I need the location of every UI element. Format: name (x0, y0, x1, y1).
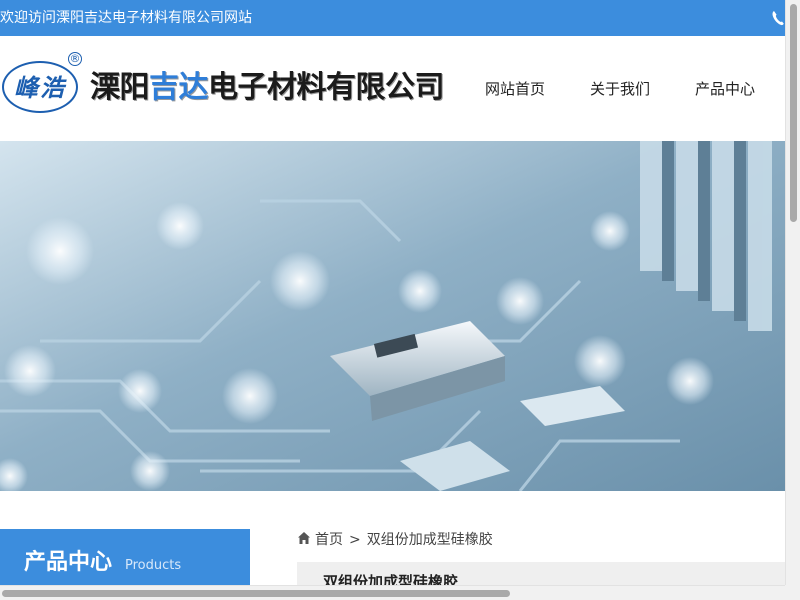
breadcrumb: 首页 > 双组份加成型硅橡胶 (297, 530, 493, 550)
home-icon (298, 532, 310, 544)
vertical-scroll-thumb[interactable] (790, 4, 797, 222)
horizontal-scroll-thumb[interactable] (2, 590, 510, 597)
horizontal-scrollbar[interactable] (0, 585, 785, 600)
welcome-text: 欢迎访问溧阳吉达电子材料有限公司网站 (0, 10, 252, 26)
top-bar: 欢迎访问溧阳吉达电子材料有限公司网站 (0, 0, 785, 36)
sidebar-title-zh: 产品中心 (24, 550, 113, 575)
main-nav: 网站首页 关于我们 产品中心 (0, 79, 785, 99)
registered-mark: ® (68, 52, 82, 66)
nav-item-home[interactable]: 网站首页 (485, 79, 545, 99)
hero-banner (0, 141, 785, 491)
breadcrumb-separator: > (349, 532, 361, 548)
nav-item-products[interactable]: 产品中心 (695, 79, 755, 99)
site-header: 峰浩 ® 溧阳吉达电子材料有限公司 网站首页 关于我们 产品中心 (0, 36, 785, 141)
breadcrumb-current-link[interactable]: 双组份加成型硅橡胶 (367, 532, 493, 548)
scrollbar-corner (785, 585, 800, 600)
circuit-board-image (0, 141, 785, 491)
phone-icon[interactable] (771, 9, 785, 27)
vertical-scrollbar[interactable] (785, 0, 800, 585)
breadcrumb-home-link[interactable]: 首页 (315, 532, 343, 548)
sidebar-title-en: Products (125, 558, 182, 573)
nav-item-about[interactable]: 关于我们 (590, 79, 650, 99)
sidebar-title: 产品中心 Products (0, 529, 250, 585)
